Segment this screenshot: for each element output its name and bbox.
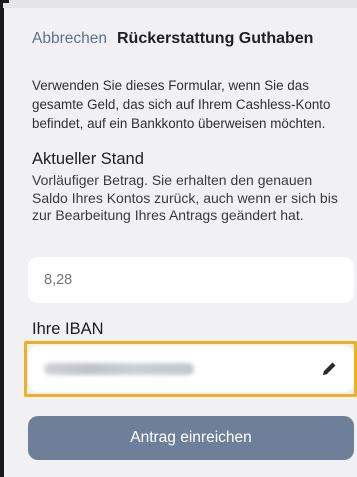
submit-button[interactable]: Antrag einreichen [28, 416, 354, 460]
iban-highlight-frame [24, 341, 357, 397]
intro-text: Verwenden Sie dieses Formular, wenn Sie … [32, 78, 331, 131]
page-title: Rückerstattung Guthaben [116, 30, 314, 47]
balance-description: Vorläufiger Betrag. Sie erhalten den gen… [32, 172, 338, 223]
iban-heading: Ihre IBAN [32, 320, 104, 338]
top-strip [0, 0, 357, 8]
balance-field[interactable]: 8,28 [28, 257, 354, 303]
left-edge [0, 8, 4, 477]
header: Abbrechen Rückerstattung Guthaben [32, 30, 313, 52]
balance-heading: Aktueller Stand [32, 150, 144, 168]
balance-value: 8,28 [44, 272, 73, 288]
cancel-button[interactable]: Abbrechen [32, 30, 107, 48]
window-corner [0, 0, 9, 9]
